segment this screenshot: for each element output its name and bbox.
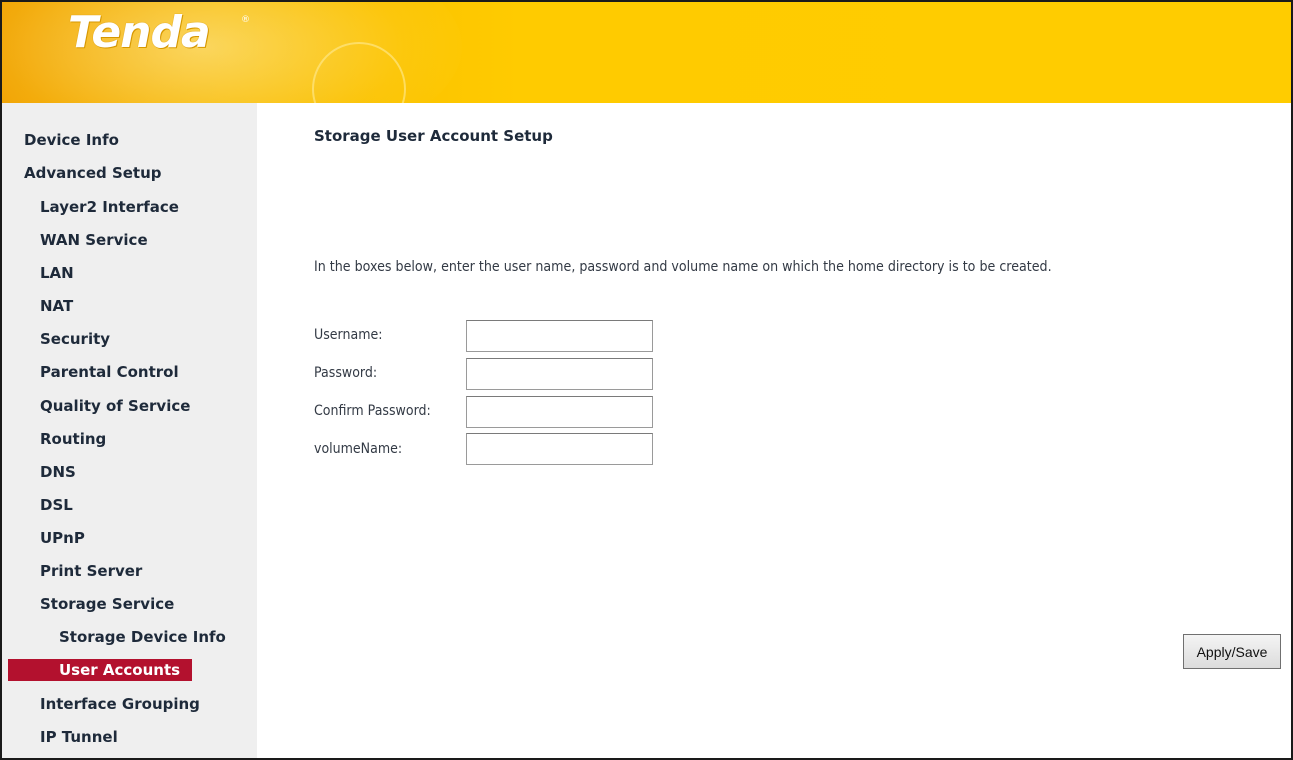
router-admin-window: Tenda ® Device Info Advanced Setup Layer… xyxy=(0,0,1293,760)
password-input[interactable] xyxy=(466,358,653,390)
password-label: Password: xyxy=(314,365,378,381)
sidebar-item-dsl[interactable]: DSL xyxy=(40,494,73,516)
volume-name-input[interactable] xyxy=(466,433,653,465)
confirm-password-label: Confirm Password: xyxy=(314,403,431,419)
sidebar-nav: Device Info Advanced Setup Layer2 Interf… xyxy=(2,103,257,758)
header-banner: Tenda ® xyxy=(2,2,1291,103)
sidebar-item-device-info[interactable]: Device Info xyxy=(24,129,119,151)
confirm-password-input[interactable] xyxy=(466,396,653,428)
sidebar-item-routing[interactable]: Routing xyxy=(40,428,106,450)
username-input[interactable] xyxy=(466,320,653,352)
volume-name-label: volumeName: xyxy=(314,441,403,457)
sidebar-item-nat[interactable]: NAT xyxy=(40,295,73,317)
sidebar-item-wan-service[interactable]: WAN Service xyxy=(40,229,148,251)
apply-save-button[interactable]: Apply/Save xyxy=(1183,634,1281,669)
sidebar-item-quality-of-service[interactable]: Quality of Service xyxy=(40,395,190,417)
sidebar-item-dns[interactable]: DNS xyxy=(40,461,76,483)
sidebar-item-layer2-interface[interactable]: Layer2 Interface xyxy=(40,196,179,218)
sidebar-item-storage-service[interactable]: Storage Service xyxy=(40,593,174,615)
registered-mark: ® xyxy=(241,15,250,25)
username-label: Username: xyxy=(314,327,383,343)
sidebar-item-user-accounts[interactable]: User Accounts xyxy=(8,659,192,681)
main-content: Storage User Account Setup In the boxes … xyxy=(257,103,1291,758)
sidebar-item-lan[interactable]: LAN xyxy=(40,262,74,284)
page-title: Storage User Account Setup xyxy=(314,127,553,145)
sidebar-item-storage-device-info[interactable]: Storage Device Info xyxy=(59,626,226,648)
sidebar-item-parental-control[interactable]: Parental Control xyxy=(40,361,179,383)
sidebar-item-print-server[interactable]: Print Server xyxy=(40,560,142,582)
sidebar-item-interface-grouping[interactable]: Interface Grouping xyxy=(40,693,200,715)
sidebar-item-security[interactable]: Security xyxy=(40,328,110,350)
sidebar-item-advanced-setup[interactable]: Advanced Setup xyxy=(24,162,162,184)
sidebar-item-ip-tunnel[interactable]: IP Tunnel xyxy=(40,726,118,748)
instructions-text: In the boxes below, enter the user name,… xyxy=(314,259,1052,275)
tenda-logo[interactable]: Tenda xyxy=(68,8,211,58)
sidebar-item-upnp[interactable]: UPnP xyxy=(40,527,85,549)
